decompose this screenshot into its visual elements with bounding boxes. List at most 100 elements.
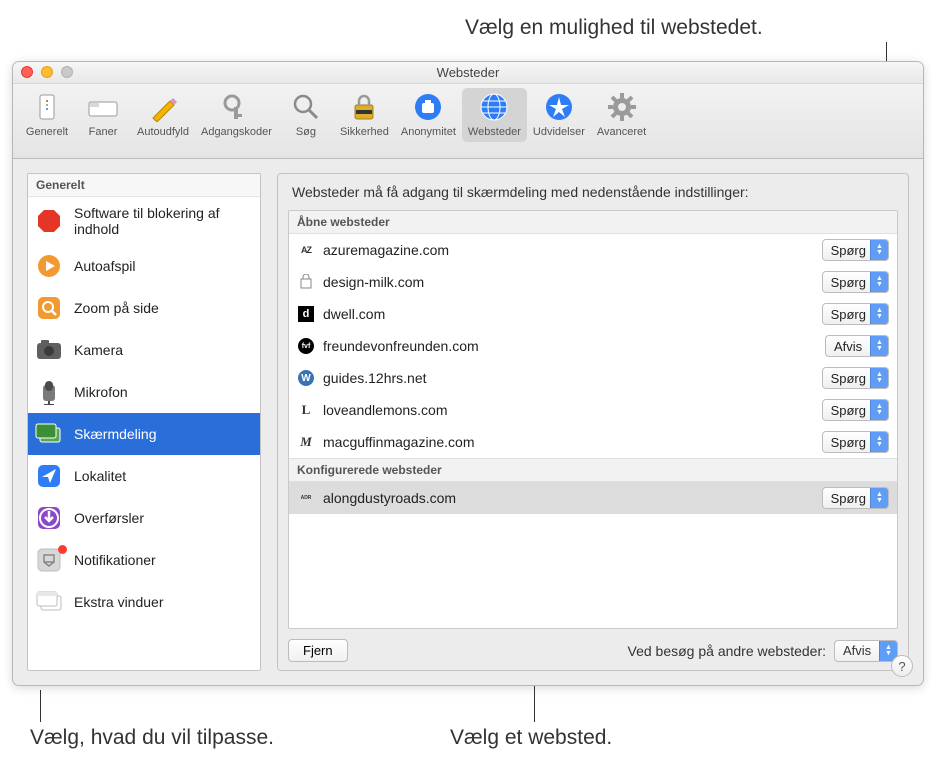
sidebar-item-screenshare[interactable]: Skærmdeling xyxy=(28,413,260,455)
popup-arrows-icon: ▲▼ xyxy=(870,240,888,260)
minimize-icon[interactable] xyxy=(41,66,53,78)
toolbar-item-privacy[interactable]: Anonymitet xyxy=(395,88,462,142)
toolbar-label: Adgangskoder xyxy=(201,126,272,138)
open-sites-header: Åbne websteder xyxy=(289,211,897,234)
mic-icon xyxy=(34,379,64,405)
toolbar-item-websites[interactable]: Websteder xyxy=(462,88,527,142)
site-option-popup[interactable]: Spørg▲▼ xyxy=(822,399,889,421)
site-name: alongdustyroads.com xyxy=(323,490,814,506)
popup-label: Afvis xyxy=(834,339,870,354)
popup-arrows-icon: ▲▼ xyxy=(870,272,888,292)
sidebar-item-label: Overførsler xyxy=(74,510,144,526)
site-name: freundevonfreunden.com xyxy=(323,338,817,354)
popup-arrows-icon: ▲▼ xyxy=(870,400,888,420)
sidebar-item-play[interactable]: Autoafspil xyxy=(28,245,260,287)
sidebar-item-label: Kamera xyxy=(74,342,123,358)
popup-arrows-icon: ▲▼ xyxy=(870,368,888,388)
popup-label: Afvis xyxy=(843,643,879,658)
toolbar-item-passwords[interactable]: Adgangskoder xyxy=(195,88,278,142)
sidebar-item-label: Software til blokering af indhold xyxy=(74,205,254,237)
site-option-popup[interactable]: Spørg▲▼ xyxy=(822,239,889,261)
favicon-icon: L xyxy=(297,401,315,419)
sidebar-item-zoom[interactable]: Zoom på side xyxy=(28,287,260,329)
toolbar-item-tabs[interactable]: Faner xyxy=(75,88,131,142)
zoom-icon xyxy=(34,295,64,321)
sidebar-item-label: Ekstra vinduer xyxy=(74,594,163,610)
passwords-icon xyxy=(219,90,253,124)
site-option-popup[interactable]: Spørg▲▼ xyxy=(822,431,889,453)
toolbar-item-general[interactable]: Generelt xyxy=(19,88,75,142)
site-option-popup[interactable]: Spørg▲▼ xyxy=(822,487,889,509)
favicon-icon: M xyxy=(297,433,315,451)
maximize-icon[interactable] xyxy=(61,66,73,78)
site-row[interactable]: Lloveandlemons.com Spørg▲▼ xyxy=(289,394,897,426)
screenshare-icon xyxy=(34,421,64,447)
remove-button[interactable]: Fjern xyxy=(288,639,348,662)
toolbar-item-autofill[interactable]: Autoudfyld xyxy=(131,88,195,142)
site-row[interactable]: Mmacguffinmagazine.com Spørg▲▼ xyxy=(289,426,897,458)
sidebar-item-camera[interactable]: Kamera xyxy=(28,329,260,371)
sidebar-item-stop[interactable]: Software til blokering af indhold xyxy=(28,197,260,245)
site-option-popup[interactable]: Spørg▲▼ xyxy=(822,303,889,325)
notification-dot-icon xyxy=(58,545,67,554)
site-option-popup[interactable]: Spørg▲▼ xyxy=(822,271,889,293)
site-row[interactable]: ADR alongdustyroads.com Spørg▲▼ xyxy=(289,482,897,514)
favicon-icon: ADR xyxy=(297,489,315,507)
popup-label: Spørg xyxy=(831,371,870,386)
other-sites-popup[interactable]: Afvis ▲▼ xyxy=(834,640,898,662)
toolbar-item-security[interactable]: Sikkerhed xyxy=(334,88,395,142)
sidebar-item-label: Autoafspil xyxy=(74,258,135,274)
site-name: guides.12hrs.net xyxy=(323,370,814,386)
popups-icon xyxy=(34,589,64,615)
site-row[interactable]: ddwell.comSpørg▲▼ xyxy=(289,298,897,330)
callout-bottom-left: Vælg, hvad du vil tilpasse. xyxy=(30,726,274,750)
sidebar-item-mic[interactable]: Mikrofon xyxy=(28,371,260,413)
toolbar-label: Udvidelser xyxy=(533,126,585,138)
callout-line-bl xyxy=(40,690,41,722)
toolbar-label: Autoudfyld xyxy=(137,126,189,138)
toolbar-item-advanced[interactable]: Avanceret xyxy=(591,88,652,142)
sidebar-item-label: Mikrofon xyxy=(74,384,128,400)
site-row[interactable]: fvf freundevonfreunden.com Afvis▲▼ xyxy=(289,330,897,362)
camera-icon xyxy=(34,337,64,363)
toolbar-label: Generelt xyxy=(26,126,68,138)
toolbar-item-extensions[interactable]: Udvidelser xyxy=(527,88,591,142)
sidebar-item-location[interactable]: Lokalitet xyxy=(28,455,260,497)
popup-label: Spørg xyxy=(831,435,870,450)
privacy-icon xyxy=(411,90,445,124)
sidebar-item-label: Lokalitet xyxy=(74,468,126,484)
autofill-icon xyxy=(146,90,180,124)
sidebar-item-notifications[interactable]: Notifikationer xyxy=(28,539,260,581)
site-option-popup[interactable]: Spørg▲▼ xyxy=(822,367,889,389)
favicon-icon: AZ xyxy=(297,241,315,259)
favicon-icon xyxy=(297,273,315,291)
help-button[interactable]: ? xyxy=(891,655,913,677)
websites-icon xyxy=(477,90,511,124)
site-name: macguffinmagazine.com xyxy=(323,434,814,450)
callout-bottom-right: Vælg et websted. xyxy=(450,726,612,750)
preferences-window: Websteder Generelt Faner Autoudfyld Adgangs… xyxy=(12,61,924,686)
toolbar-label: Sikkerhed xyxy=(340,126,389,138)
popup-label: Spørg xyxy=(831,307,870,322)
sidebar-item-popups[interactable]: Ekstra vinduer xyxy=(28,581,260,623)
site-name: loveandlemons.com xyxy=(323,402,814,418)
toolbar: Generelt Faner Autoudfyld Adgangskoder Søg Si… xyxy=(13,84,923,159)
site-name: dwell.com xyxy=(323,306,814,322)
search-icon xyxy=(289,90,323,124)
sidebar-item-downloads[interactable]: Overførsler xyxy=(28,497,260,539)
tabs-icon xyxy=(86,90,120,124)
toolbar-label: Faner xyxy=(89,126,118,138)
close-icon[interactable] xyxy=(21,66,33,78)
site-row[interactable]: AZazuremagazine.comSpørg▲▼ xyxy=(289,234,897,266)
site-option-popup[interactable]: Afvis▲▼ xyxy=(825,335,889,357)
toolbar-label: Anonymitet xyxy=(401,126,456,138)
callout-top: Vælg en mulighed til webstedet. xyxy=(465,16,763,40)
titlebar[interactable]: Websteder xyxy=(13,62,923,84)
main-panel: Websteder må få adgang til skærmdeling m… xyxy=(277,173,909,671)
site-row[interactable]: design-milk.comSpørg▲▼ xyxy=(289,266,897,298)
sidebar-item-label: Zoom på side xyxy=(74,300,159,316)
favicon-icon: fvf xyxy=(297,337,315,355)
site-row[interactable]: Wguides.12hrs.netSpørg▲▼ xyxy=(289,362,897,394)
toolbar-item-search[interactable]: Søg xyxy=(278,88,334,142)
toolbar-label: Avanceret xyxy=(597,126,646,138)
